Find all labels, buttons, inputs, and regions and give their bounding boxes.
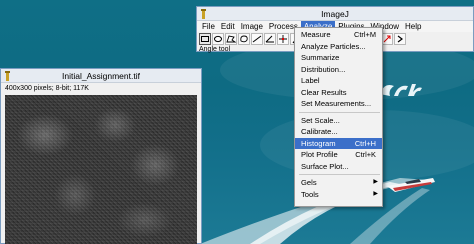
rectangle-tool-icon[interactable] — [199, 33, 211, 45]
image-noise — [5, 95, 197, 244]
speedboat — [387, 178, 435, 192]
menu-item-analyze-particles[interactable]: Analyze Particles... — [295, 41, 382, 53]
menu-item-label: Distribution... — [301, 64, 346, 74]
submenu-arrow-icon: ▶ — [373, 190, 378, 197]
menu-item-label[interactable]: Label — [295, 75, 382, 87]
menu-item-surface-plot[interactable]: Surface Plot... — [295, 161, 382, 173]
point-tool-icon[interactable] — [277, 33, 289, 45]
menu-item-label: Tools — [301, 189, 319, 199]
menu-item-label: Analyze Particles... — [301, 41, 366, 51]
menu-item-label: Histogram — [301, 138, 336, 148]
image-window-titlebar[interactable]: Initial_Assignment.tif — [1, 69, 201, 83]
menu-item-label: Summarize — [301, 53, 340, 62]
straight-line-tool-icon[interactable] — [251, 33, 263, 45]
menu-item-label: Calibrate... — [301, 127, 338, 136]
angle-tool-icon[interactable] — [264, 33, 276, 45]
menu-item-set-scale[interactable]: Set Scale... — [295, 115, 382, 127]
menu-item-label: Plot Profile — [301, 150, 338, 159]
menu-item-label: Label — [301, 76, 320, 85]
menu-item-label: Set Scale... — [301, 115, 340, 125]
menu-item-summarize[interactable]: Summarize — [295, 52, 382, 64]
menu-item-calibrate[interactable]: Calibrate... — [295, 126, 382, 138]
more-tools-icon[interactable] — [394, 33, 406, 45]
freehand-tool-icon[interactable] — [238, 33, 250, 45]
imagej-titlebar[interactable]: ImageJ — [197, 7, 473, 21]
menu-item-label: Measure — [301, 30, 331, 39]
shortcut-label: Ctrl+M — [354, 30, 376, 39]
menu-item-clear-results[interactable]: Clear Results — [295, 87, 382, 99]
menu-help[interactable]: Help — [402, 21, 424, 32]
menu-item-label: Gels — [301, 178, 317, 187]
menu-item-label: Set Measurements... — [301, 99, 372, 108]
shortcut-label: Ctrl+K — [355, 150, 376, 159]
brand-logo — [380, 84, 422, 96]
submenu-arrow-icon: ▶ — [373, 179, 378, 185]
oval-tool-icon[interactable] — [212, 33, 224, 45]
analyze-menu-dropdown: Measure Ctrl+M Analyze Particles... Summa… — [294, 27, 383, 207]
menu-separator — [299, 174, 380, 175]
menu-item-label: Surface Plot... — [301, 161, 349, 171]
menu-item-histogram[interactable]: Histogram Ctrl+H — [295, 137, 382, 149]
menu-file[interactable]: File — [199, 21, 218, 32]
menu-item-measure[interactable]: Measure Ctrl+M — [295, 29, 382, 41]
menu-image[interactable]: Image — [238, 21, 266, 32]
image-window: Initial_Assignment.tif 400x300 pixels; 8… — [0, 68, 202, 244]
menu-item-distribution[interactable]: Distribution... — [295, 64, 382, 76]
polygon-tool-icon[interactable] — [225, 33, 237, 45]
menu-item-set-measurements[interactable]: Set Measurements... — [295, 98, 382, 110]
menu-item-plot-profile[interactable]: Plot Profile Ctrl+K — [295, 149, 382, 161]
image-info: 400x300 pixels; 8-bit; 117K — [1, 83, 201, 94]
image-canvas[interactable] — [5, 95, 197, 244]
menu-edit[interactable]: Edit — [218, 21, 238, 32]
menu-item-label: Clear Results — [301, 87, 347, 97]
menu-item-tools[interactable]: Tools ▶ — [295, 189, 382, 201]
menu-item-gels[interactable]: Gels ▶ — [295, 177, 382, 189]
menu-separator — [299, 111, 380, 113]
imagej-title: ImageJ — [321, 9, 349, 19]
image-window-title: Initial_Assignment.tif — [62, 71, 140, 81]
shortcut-label: Ctrl+H — [354, 138, 376, 148]
